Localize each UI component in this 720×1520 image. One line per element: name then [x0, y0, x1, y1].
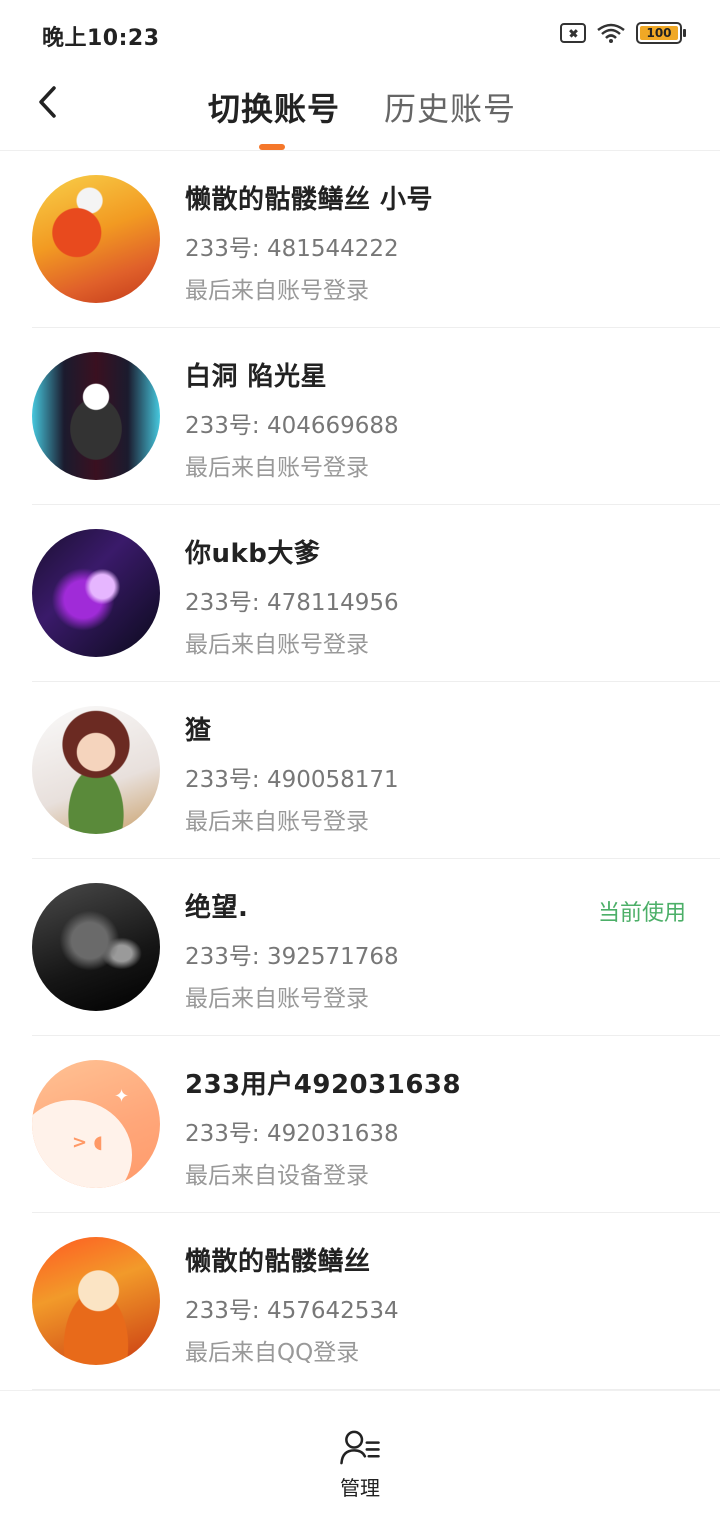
account-item[interactable]: 懒散的骷髅鳝丝 233号: 457642534 最后来自QQ登录: [0, 1213, 720, 1390]
account-list: 懒散的骷髅鳝丝 小号 233号: 481544222 最后来自账号登录 白洞 陷…: [0, 151, 720, 1390]
wifi-icon: [597, 23, 625, 43]
avatar: [32, 883, 160, 1011]
current-badge: 当前使用: [597, 901, 686, 926]
login-source: 最后来自设备登录: [185, 1163, 369, 1189]
account-name: 懒散的骷髅鳝丝 小号: [185, 185, 434, 215]
account-name: 猹: [185, 716, 212, 746]
account-item[interactable]: 白洞 陷光星 233号: 404669688 最后来自账号登录: [0, 328, 720, 505]
login-source: 最后来自账号登录: [185, 632, 369, 658]
login-source: 最后来自QQ登录: [185, 1340, 360, 1366]
account-id: 233号: 478114956: [185, 590, 399, 616]
chevron-left-icon: [39, 86, 56, 118]
avatar: [32, 1237, 160, 1365]
avatar: [32, 352, 160, 480]
account-item-current[interactable]: 绝望. 当前使用 233号: 392571768 最后来自账号登录: [0, 859, 720, 1036]
account-id: 233号: 392571768: [185, 944, 399, 970]
bottom-bar: 管理: [0, 1390, 720, 1520]
manage-button[interactable]: 管理: [320, 1429, 400, 1501]
login-source: 最后来自账号登录: [185, 455, 369, 481]
account-id: 233号: 490058171: [185, 767, 399, 793]
status-bar: 晚上10:23 100: [0, 0, 720, 68]
avatar: > ◖ ✦: [32, 1060, 160, 1188]
login-source: 最后来自账号登录: [185, 986, 369, 1012]
login-source: 最后来自账号登录: [185, 809, 369, 835]
account-id: 233号: 404669688: [185, 413, 399, 439]
tab-history-account[interactable]: 历史账号: [384, 84, 516, 130]
tab-indicator: [259, 144, 285, 150]
account-name: 绝望.: [185, 893, 249, 923]
status-time: 晚上10:23: [42, 26, 160, 51]
account-item[interactable]: 你ukb大爹 233号: 478114956 最后来自账号登录: [0, 505, 720, 682]
user-manage-icon: [340, 1430, 380, 1465]
account-id: 233号: 481544222: [185, 236, 399, 262]
header: 切换账号 历史账号: [0, 68, 720, 151]
avatar: [32, 529, 160, 657]
account-name: 233用户492031638: [185, 1070, 462, 1100]
back-button[interactable]: [30, 84, 66, 120]
login-source: 最后来自账号登录: [185, 278, 369, 304]
manage-label: 管理: [340, 1476, 380, 1500]
account-item[interactable]: 猹 233号: 490058171 最后来自账号登录: [0, 682, 720, 859]
account-item[interactable]: 懒散的骷髅鳝丝 小号 233号: 481544222 最后来自账号登录: [0, 151, 720, 328]
battery-icon: 100: [636, 22, 686, 44]
avatar: [32, 706, 160, 834]
battery-level: 100: [640, 26, 678, 40]
status-icons: 100: [560, 22, 686, 44]
account-item[interactable]: > ◖ ✦ 233用户492031638 233号: 492031638 最后来…: [0, 1036, 720, 1213]
account-id: 233号: 492031638: [185, 1121, 399, 1147]
tab-switch-account[interactable]: 切换账号: [208, 84, 340, 130]
sim-off-icon: [560, 23, 586, 43]
avatar: [32, 175, 160, 303]
account-name: 你ukb大爹: [185, 539, 321, 569]
account-name: 懒散的骷髅鳝丝: [185, 1247, 371, 1277]
account-id: 233号: 457642534: [185, 1298, 399, 1324]
account-name: 白洞 陷光星: [185, 362, 328, 392]
